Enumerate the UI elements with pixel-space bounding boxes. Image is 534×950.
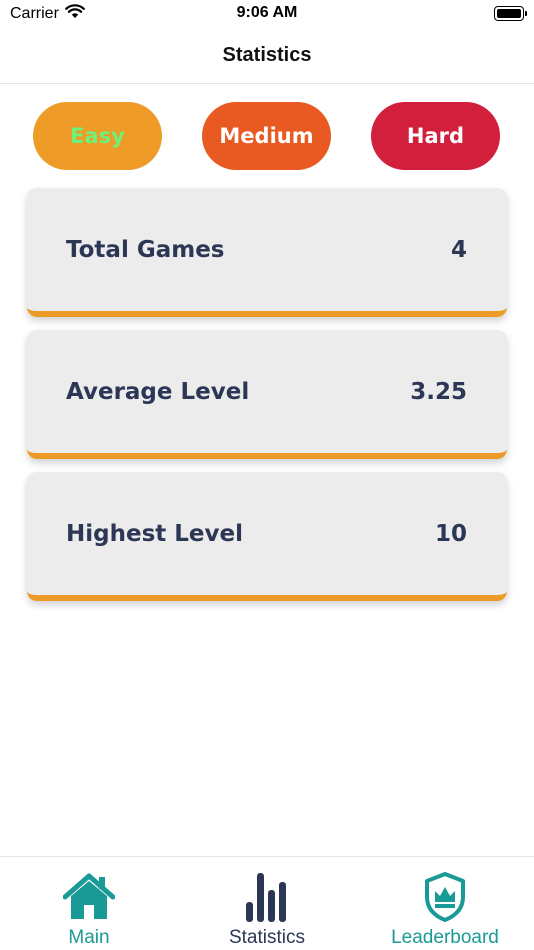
tab-bar: Main Statistics Leaderboard: [0, 856, 534, 950]
tab-leaderboard-label: Leaderboard: [391, 927, 499, 948]
bar-chart-icon: [245, 871, 289, 923]
stat-value: 3.25: [410, 378, 467, 405]
average-level-card: Average Level 3.25: [27, 330, 507, 459]
tab-statistics-label: Statistics: [228, 927, 306, 948]
stat-label: Average Level: [66, 378, 250, 405]
page-title: Statistics: [222, 44, 312, 66]
status-time: 9:06 AM: [236, 4, 298, 21]
navigation-bar: Statistics: [0, 28, 534, 84]
tab-statistics[interactable]: Statistics: [178, 857, 356, 950]
home-icon: [63, 871, 115, 923]
stat-label: Highest Level: [66, 520, 243, 547]
hard-button[interactable]: Hard: [371, 102, 500, 170]
easy-button[interactable]: Easy: [33, 102, 162, 170]
stat-label: Total Games: [66, 236, 225, 263]
battery-icon: [494, 6, 527, 21]
tab-main-label: Main: [68, 927, 110, 948]
tab-leaderboard[interactable]: Leaderboard: [356, 857, 534, 950]
crown-shield-icon: [424, 871, 466, 923]
medium-button[interactable]: Medium: [202, 102, 331, 170]
status-bar: Carrier 9:06 AM: [0, 0, 534, 28]
difficulty-selector: Easy Medium Hard: [0, 102, 534, 170]
stat-value: 4: [450, 236, 467, 263]
highest-level-card: Highest Level 10: [27, 472, 507, 601]
statistics-screen: Carrier 9:06 AM Statistics Easy Medium H…: [0, 0, 534, 950]
total-games-card: Total Games 4: [27, 188, 507, 317]
stat-value: 10: [434, 520, 467, 547]
tab-main[interactable]: Main: [0, 857, 178, 950]
